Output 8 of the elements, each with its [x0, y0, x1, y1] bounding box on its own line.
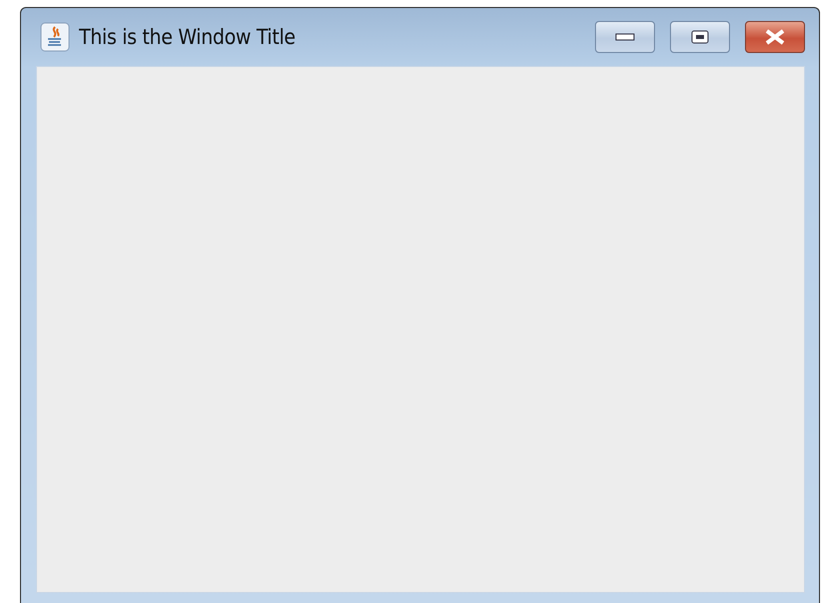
- minimize-icon: [615, 33, 635, 41]
- close-icon: [764, 29, 786, 45]
- window-title: This is the Window Title: [79, 25, 296, 49]
- minimize-button[interactable]: [595, 21, 655, 53]
- maximize-icon: [691, 30, 709, 44]
- maximize-button[interactable]: [670, 21, 730, 53]
- close-button[interactable]: [745, 21, 805, 53]
- coffee-cup-icon: [40, 22, 70, 52]
